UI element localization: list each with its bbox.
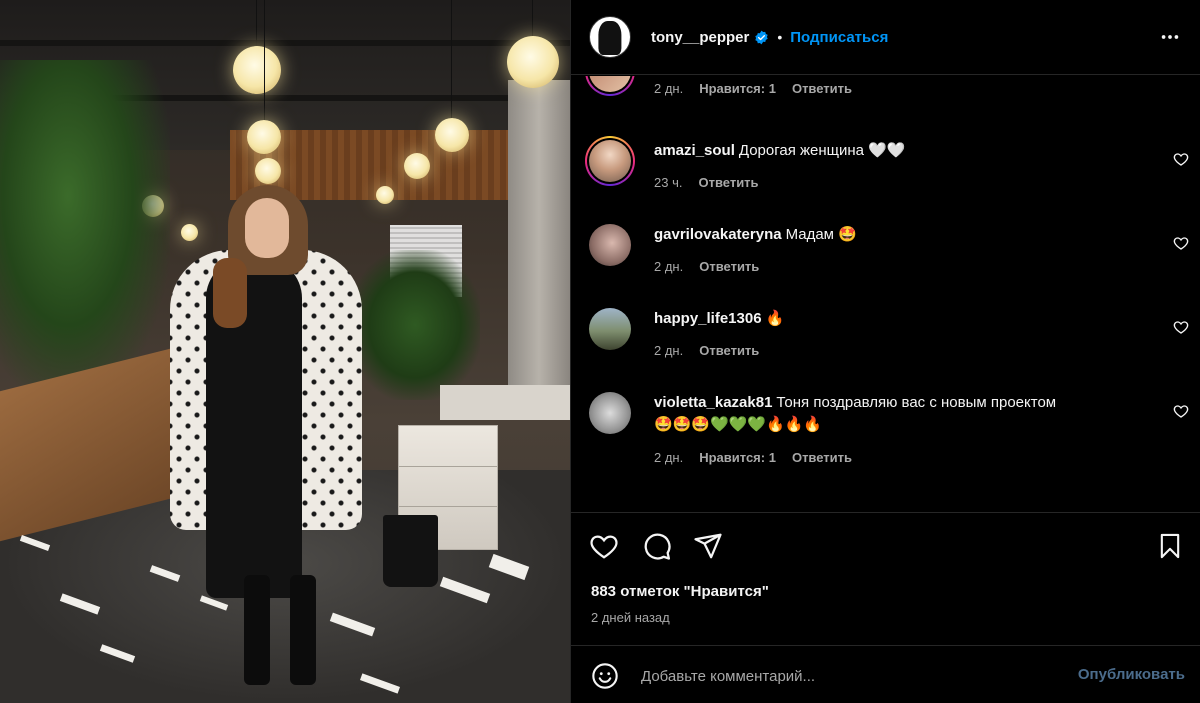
comment-meta: 2 дн. Нравится: 1 Ответить xyxy=(654,81,852,96)
commenter-avatar[interactable] xyxy=(589,76,631,92)
comment-text: happy_life1306 🔥 xyxy=(654,308,1154,330)
photo-face xyxy=(245,198,289,258)
comment-bubble-icon[interactable] xyxy=(642,531,672,561)
comment-body: Мадам 🤩 xyxy=(785,226,857,243)
more-horizontal-icon[interactable] xyxy=(1159,26,1181,48)
author-username[interactable]: tony__pepper xyxy=(651,29,749,46)
reply-button[interactable]: Ответить xyxy=(792,81,852,96)
lamp-bulb xyxy=(181,224,198,241)
photo-boot xyxy=(244,575,270,685)
lamp-bulb xyxy=(404,153,430,179)
lamp-cord xyxy=(532,0,533,38)
comment-text: violetta_kazak81 Тоня поздравляю вас с но… xyxy=(654,392,1154,436)
comments-list[interactable]: 2 дн. Нравится: 1 Ответить amazi_soul Дор… xyxy=(571,76,1200,512)
comment-meta: 23 ч. Ответить xyxy=(654,175,759,190)
bookmark-icon[interactable] xyxy=(1156,531,1184,561)
lamp-bulb xyxy=(376,186,394,204)
comment-body-line2: 🤩🤩🤩💚💚💚🔥🔥🔥 xyxy=(654,416,823,433)
photo-dog xyxy=(213,258,247,328)
comment-like-heart-icon[interactable] xyxy=(1173,319,1189,335)
photo-column xyxy=(508,80,570,400)
comment-item: violetta_kazak81 Тоня поздравляю вас с но… xyxy=(571,386,1200,476)
lamp-bulb xyxy=(507,36,559,88)
comment-time: 2 дн. xyxy=(654,259,684,274)
comment-input[interactable] xyxy=(641,658,1051,694)
lamp-bulb xyxy=(247,120,281,154)
comment-time: 2 дн. xyxy=(654,450,684,465)
reply-button[interactable]: Ответить xyxy=(699,259,759,274)
post-header: tony__pepper • Подписаться xyxy=(571,0,1200,75)
commenter-avatar[interactable] xyxy=(589,392,631,434)
commenter-avatar[interactable] xyxy=(589,140,631,182)
comment-item: amazi_soul Дорогая женщина 🤍🤍 23 ч. Ответ… xyxy=(571,134,1200,204)
comment-meta: 2 дн. Ответить xyxy=(654,343,759,358)
post-photo[interactable] xyxy=(0,0,570,703)
comment-like-heart-icon[interactable] xyxy=(1173,151,1189,167)
post-side-panel: tony__pepper • Подписаться 2 дн. Нравитс… xyxy=(570,0,1200,703)
paper-plane-icon[interactable] xyxy=(693,531,723,561)
lamp-cord xyxy=(451,0,452,120)
follow-button[interactable]: Подписаться xyxy=(790,29,888,46)
story-ring[interactable] xyxy=(585,76,635,96)
header-separator: • xyxy=(777,29,783,45)
commenter-avatar[interactable] xyxy=(589,224,631,266)
author-avatar[interactable] xyxy=(589,16,631,58)
add-comment-bar: Опубликовать xyxy=(571,645,1200,703)
commenter-username[interactable]: happy_life1306 xyxy=(654,310,762,327)
post-actions: 883 отметок "Нравится" 2 дней назад Опуб… xyxy=(571,512,1200,702)
photo-plants xyxy=(0,60,170,400)
lamp-cord xyxy=(256,0,257,48)
post-time-ago: 2 дней назад xyxy=(591,610,670,625)
photo-trash-bin xyxy=(383,515,438,587)
commenter-avatar[interactable] xyxy=(589,308,631,350)
comment-time: 2 дн. xyxy=(654,81,684,96)
comment-body: Тоня поздравляю вас с новым проектом xyxy=(776,394,1057,411)
lamp-cord xyxy=(264,0,265,122)
reply-button[interactable]: Ответить xyxy=(699,343,759,358)
comment-like-heart-icon[interactable] xyxy=(1173,403,1189,419)
likes-count[interactable]: 883 отметок "Нравится" xyxy=(591,583,769,600)
comment-body: Дорогая женщина 🤍🤍 xyxy=(738,142,906,159)
commenter-username[interactable]: violetta_kazak81 xyxy=(654,394,772,411)
comment-item: 2 дн. Нравится: 1 Ответить xyxy=(571,76,1200,116)
reply-button[interactable]: Ответить xyxy=(792,450,852,465)
comment-like-heart-icon[interactable] xyxy=(1173,235,1189,251)
comment-item: happy_life1306 🔥 2 дн. Ответить xyxy=(571,302,1200,372)
lamp-bulb xyxy=(233,46,281,94)
commenter-username[interactable]: amazi_soul xyxy=(654,142,735,159)
reply-button[interactable]: Ответить xyxy=(698,175,758,190)
comment-time: 23 ч. xyxy=(654,175,683,190)
lamp-bulb xyxy=(435,118,469,152)
comment-meta: 2 дн. Нравится: 1 Ответить xyxy=(654,450,852,465)
commenter-username[interactable]: gavrilovakateryna xyxy=(654,226,782,243)
smiley-icon[interactable] xyxy=(591,662,619,690)
comment-meta: 2 дн. Ответить xyxy=(654,259,759,274)
comment-likes[interactable]: Нравится: 1 xyxy=(699,450,776,465)
photo-desk xyxy=(440,385,570,420)
lamp-bulb xyxy=(255,158,281,184)
verified-badge-icon xyxy=(755,30,769,44)
heart-icon[interactable] xyxy=(589,531,619,561)
photo-boot xyxy=(290,575,316,685)
photo-plants xyxy=(350,250,480,400)
comment-likes[interactable]: Нравится: 1 xyxy=(699,81,776,96)
comment-text: amazi_soul Дорогая женщина 🤍🤍 xyxy=(654,140,1154,162)
comment-body: 🔥 xyxy=(765,310,785,327)
comment-item: gavrilovakateryna Мадам 🤩 2 дн. Ответить xyxy=(571,218,1200,288)
story-ring[interactable] xyxy=(585,136,635,186)
photo-beam xyxy=(0,40,570,46)
publish-button[interactable]: Опубликовать xyxy=(1078,666,1185,683)
comment-text: gavrilovakateryna Мадам 🤩 xyxy=(654,224,1154,246)
comment-time: 2 дн. xyxy=(654,343,684,358)
